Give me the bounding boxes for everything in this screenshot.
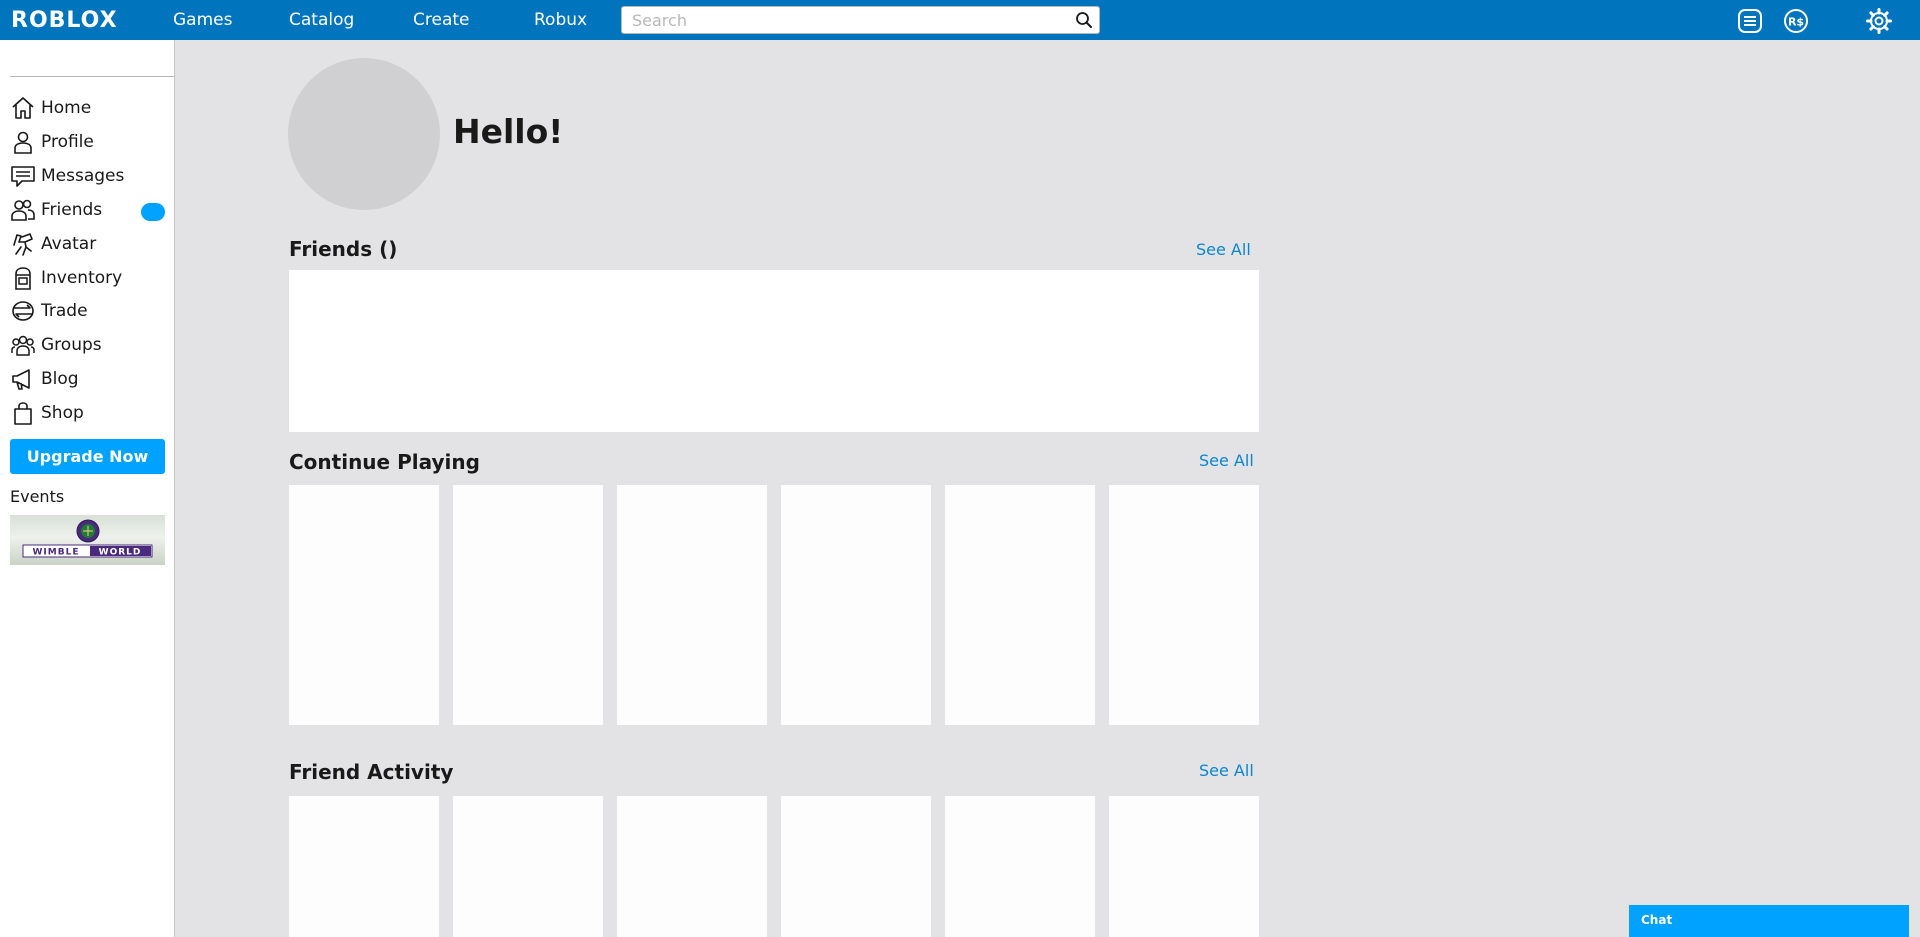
sidebar-item-blog[interactable]: Blog [10, 364, 170, 394]
sidebar-item-label: Friends [41, 200, 103, 220]
user-avatar[interactable] [288, 58, 440, 210]
friends-icon [11, 199, 35, 221]
messages-icon [11, 166, 35, 187]
wimbleworld-logo: WIMBLE WORLD [22, 519, 153, 558]
activity-card[interactable] [1109, 796, 1259, 937]
search-input[interactable] [632, 7, 1062, 33]
settings-gear-icon[interactable] [1866, 8, 1892, 34]
game-card[interactable] [453, 485, 603, 725]
roblox-logo[interactable]: ROBLOX [11, 7, 118, 33]
friends-list-panel [289, 270, 1259, 432]
friends-section-title: Friends () [289, 237, 398, 261]
sidebar-item-label: Messages [41, 166, 125, 186]
chat-bar[interactable]: Chat [1629, 905, 1909, 937]
continue-playing-title: Continue Playing [289, 450, 480, 474]
continue-playing-see-all-link[interactable]: See All [1199, 451, 1254, 470]
left-sidebar: Home Profile Messages Friends Avatar Inv… [0, 40, 175, 937]
wimbleworld-event-banner[interactable]: WIMBLE WORLD [10, 515, 165, 565]
sidebar-item-label: Trade [41, 301, 88, 321]
sidebar-item-messages[interactable]: Messages [10, 161, 170, 191]
game-card[interactable] [1109, 485, 1259, 725]
messages-list-icon[interactable] [1737, 8, 1763, 34]
upgrade-now-button[interactable]: Upgrade Now [10, 439, 165, 474]
trade-icon [12, 301, 34, 321]
sidebar-item-label: Profile [41, 132, 94, 152]
home-icon [12, 97, 34, 119]
page-greeting: Hello! [453, 112, 564, 151]
svg-text:WIMBLE: WIMBLE [33, 548, 80, 558]
friend-activity-title: Friend Activity [289, 760, 454, 784]
activity-card[interactable] [617, 796, 767, 937]
activity-card[interactable] [453, 796, 603, 937]
svg-text:WORLD: WORLD [99, 548, 142, 558]
nav-create-link[interactable]: Create [413, 0, 470, 40]
top-navigation-bar: ROBLOX Games Catalog Create Robux R$ [0, 0, 1920, 40]
sidebar-item-label: Groups [41, 335, 102, 355]
events-heading: Events [10, 487, 65, 506]
sidebar-item-label: Blog [41, 369, 79, 389]
shopping-bag-icon [14, 402, 32, 425]
sidebar-item-avatar[interactable]: Avatar [10, 229, 170, 259]
activity-card[interactable] [289, 796, 439, 937]
sidebar-item-label: Inventory [41, 268, 123, 288]
sidebar-item-profile[interactable]: Profile [10, 127, 170, 157]
sidebar-item-groups[interactable]: Groups [10, 330, 170, 360]
avatar-icon [13, 233, 33, 256]
sidebar-item-label: Home [41, 98, 92, 118]
game-card[interactable] [781, 485, 931, 725]
sidebar-item-trade[interactable]: Trade [10, 296, 170, 326]
game-card[interactable] [617, 485, 767, 725]
search-icon[interactable] [1075, 11, 1093, 29]
inventory-icon [15, 267, 31, 290]
sidebar-item-label: Shop [41, 403, 84, 423]
sidebar-divider [10, 76, 175, 77]
sidebar-item-friends[interactable]: Friends [10, 195, 170, 225]
game-card[interactable] [289, 485, 439, 725]
nav-catalog-link[interactable]: Catalog [289, 0, 354, 40]
sidebar-item-inventory[interactable]: Inventory [10, 263, 170, 293]
svg-text:R$: R$ [1788, 16, 1804, 29]
sidebar-item-shop[interactable]: Shop [10, 398, 170, 428]
nav-games-link[interactable]: Games [173, 0, 232, 40]
nav-robux-link[interactable]: Robux [534, 0, 587, 40]
activity-card[interactable] [945, 796, 1095, 937]
profile-icon [14, 131, 32, 154]
search-bar [621, 6, 1100, 34]
megaphone-icon [12, 369, 30, 390]
groups-icon [11, 335, 35, 356]
activity-card[interactable] [781, 796, 931, 937]
sidebar-item-label: Avatar [41, 234, 97, 254]
friends-see-all-link[interactable]: See All [1196, 240, 1251, 259]
game-card[interactable] [945, 485, 1095, 725]
friend-activity-see-all-link[interactable]: See All [1199, 761, 1254, 780]
robux-icon[interactable]: R$ [1783, 8, 1809, 34]
friends-notification-badge [141, 203, 165, 221]
sidebar-item-home[interactable]: Home [10, 93, 170, 123]
